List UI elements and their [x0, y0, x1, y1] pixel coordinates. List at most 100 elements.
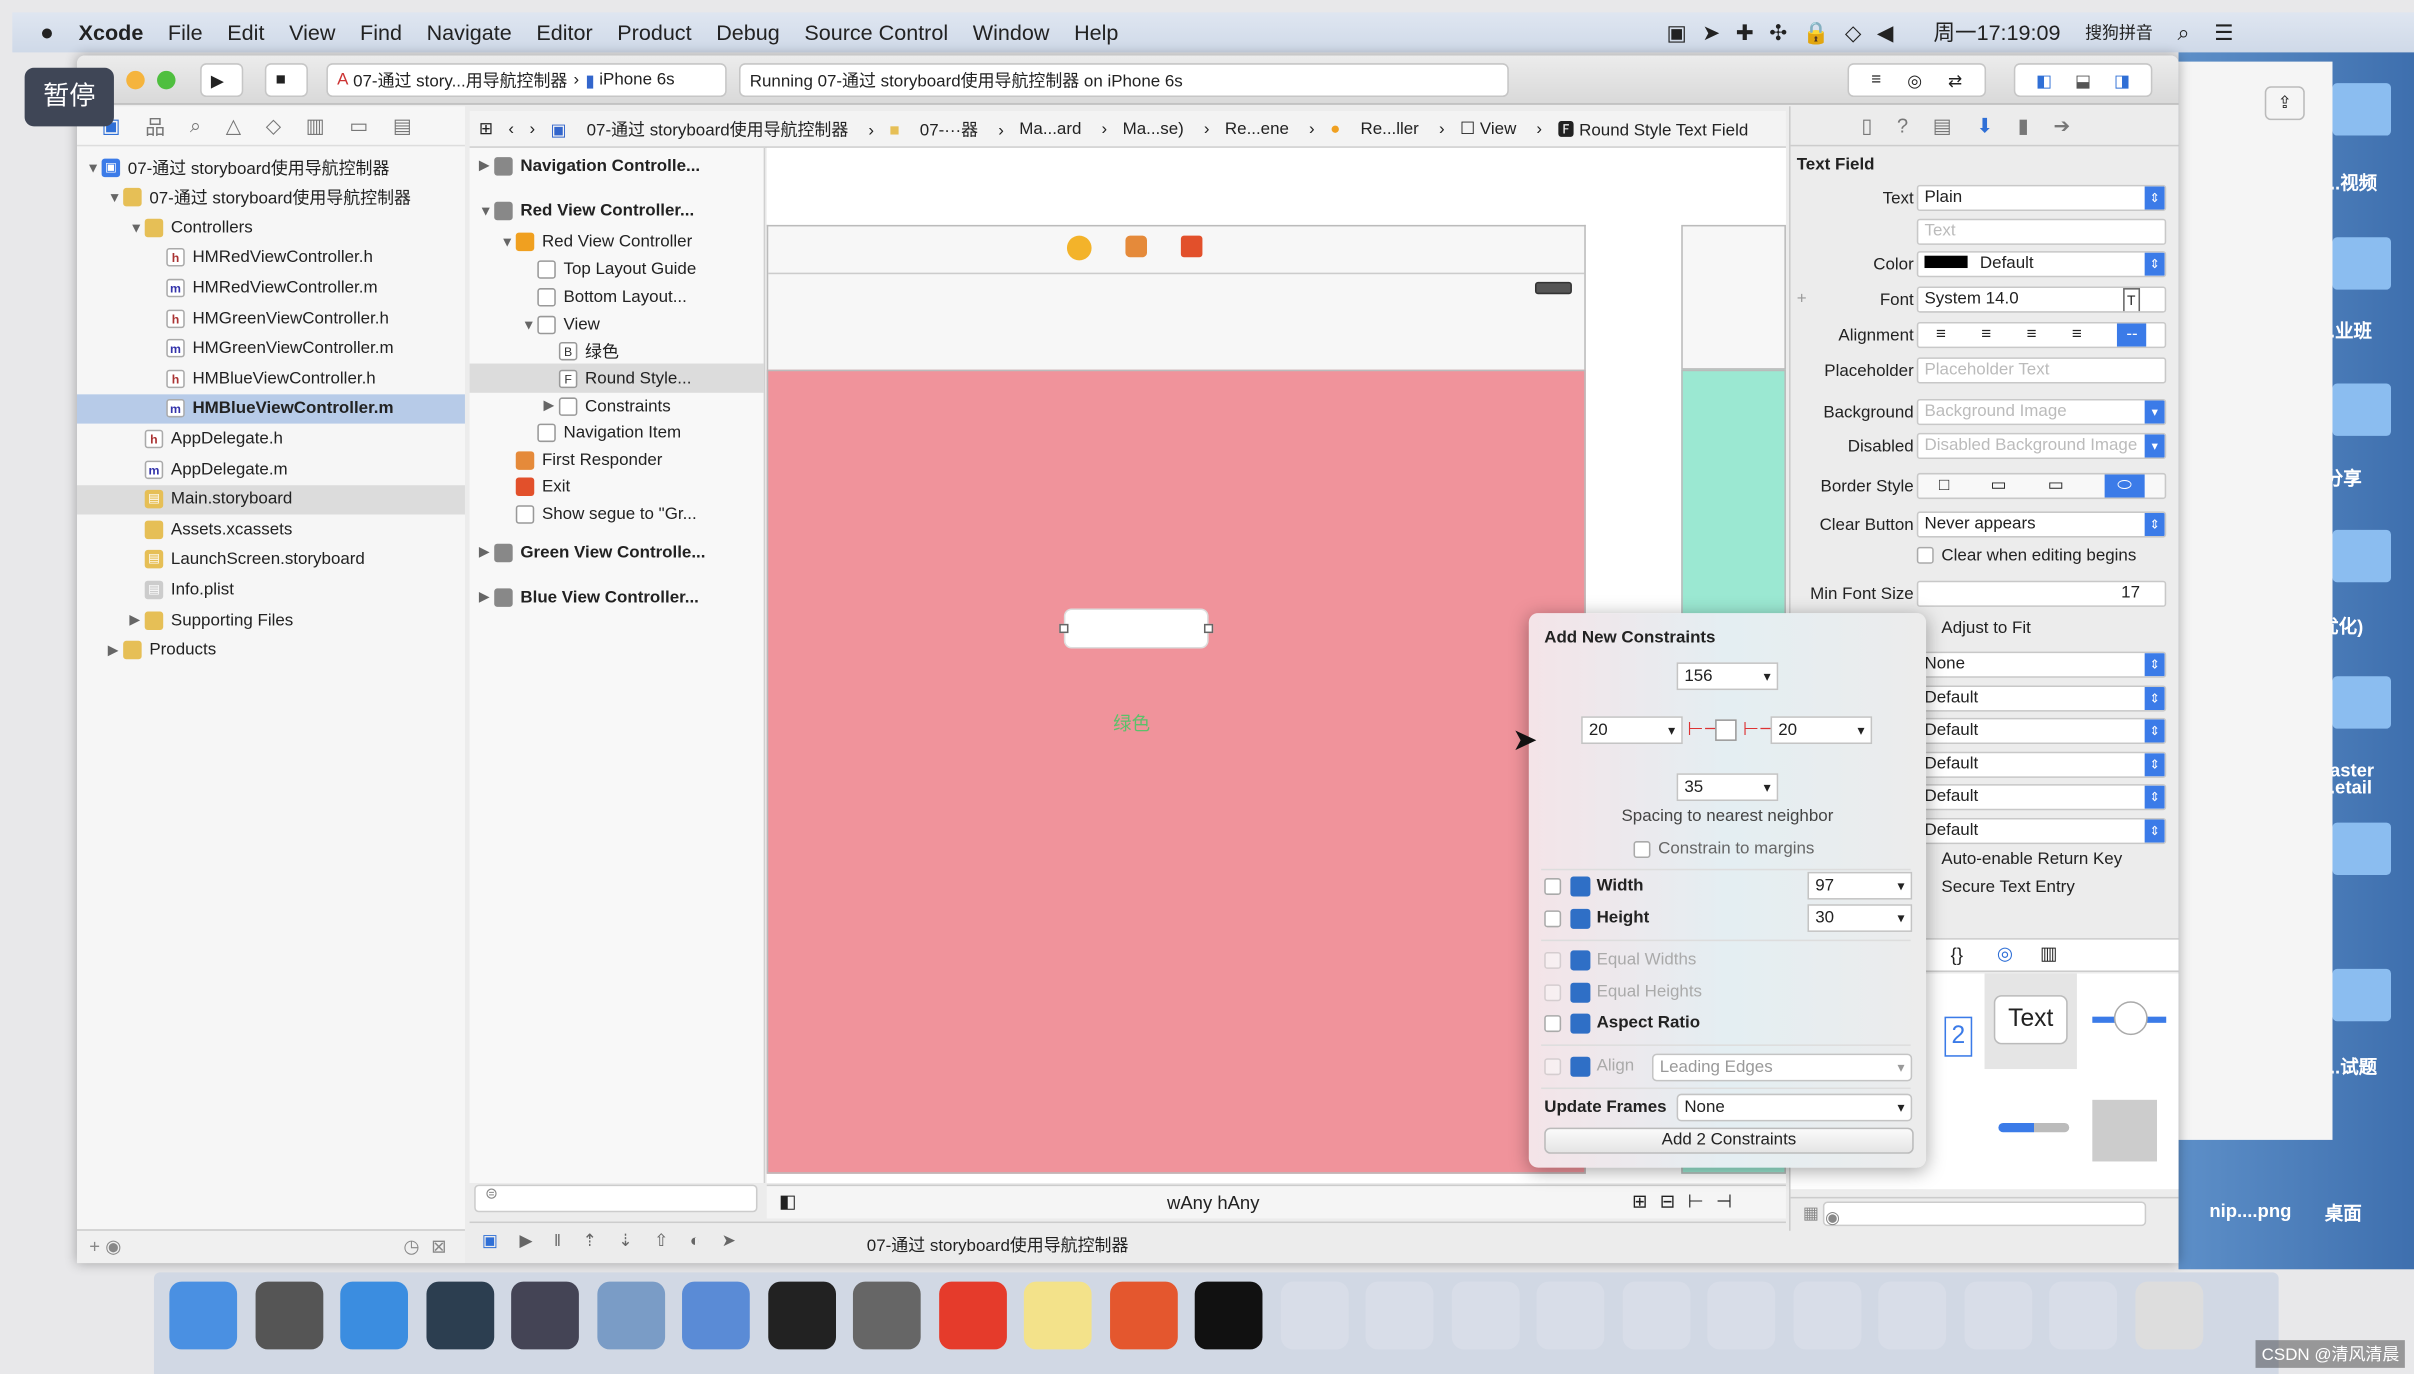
disclosure-triangle-icon[interactable]: ▶ — [479, 157, 494, 174]
inspector-select[interactable]: Default ⇕ — [1916, 784, 2167, 811]
filter-icon[interactable]: ◉ — [105, 1235, 121, 1257]
menu-editor[interactable]: Editor — [536, 20, 592, 45]
overlay-badge[interactable]: 暂停 — [24, 67, 114, 127]
dock-terminal-icon[interactable] — [767, 1281, 836, 1350]
aspect-ratio-checkbox[interactable] — [1544, 1015, 1562, 1033]
width-input[interactable]: 97 — [1807, 871, 1913, 900]
menu-app[interactable]: Xcode — [79, 20, 144, 45]
dock-imovie-icon[interactable] — [511, 1281, 579, 1350]
debug-toggle-icon[interactable]: ⬓ — [2075, 70, 2091, 90]
outline-item[interactable]: Top Layout Guide — [470, 254, 764, 283]
menu-product[interactable]: Product — [617, 20, 691, 45]
breadcrumb-item[interactable]: ■ 07-···器 › — [889, 116, 1003, 141]
desktop-icon[interactable] — [2332, 237, 2391, 290]
stop-button[interactable]: ■ — [264, 63, 308, 98]
height-input[interactable]: 30 — [1807, 904, 1913, 932]
file-tree-item[interactable]: h HMRedViewController.h — [77, 243, 465, 272]
dock-safari-icon[interactable] — [340, 1281, 408, 1350]
object-library-icon[interactable]: ◎ — [1997, 943, 2013, 965]
file-tree-item[interactable]: m HMBlueViewController.m — [76, 394, 465, 424]
disclosure-triangle-icon[interactable]: ▶ — [543, 397, 558, 414]
disclosure-triangle-icon[interactable]: ▼ — [129, 220, 144, 235]
dock-window-thumb-icon[interactable] — [1963, 1281, 2032, 1350]
inspector-select[interactable]: Default ⇕ — [1916, 684, 2167, 711]
green-label[interactable]: 绿色 — [1113, 710, 1150, 736]
menu-source-control[interactable]: Source Control — [804, 20, 948, 45]
disclosure-triangle-icon[interactable]: ▼ — [522, 317, 537, 332]
outline-item[interactable]: ▼ View — [470, 310, 764, 339]
breadcrumb-item[interactable]: Re...ene › — [1225, 119, 1315, 137]
test-nav-icon[interactable]: ◇ — [266, 113, 281, 138]
outline-item[interactable]: Navigation Item — [470, 417, 764, 446]
clear-editing-checkbox[interactable] — [1916, 546, 1934, 564]
file-tree-item[interactable]: h HMGreenViewController.h — [77, 303, 465, 332]
clock[interactable]: 周一17:19:09 — [1933, 17, 2060, 48]
view-controller-icon[interactable] — [1066, 235, 1092, 261]
inspector-select[interactable]: Default ⇕ — [1916, 817, 2167, 844]
scheme-selector[interactable]: A 07-通过 story...用导航控制器 › ▮ iPhone 6s — [326, 63, 727, 98]
file-tree-item[interactable]: ▼ 07-通过 storyboard使用导航控制器 — [77, 183, 465, 212]
library-slider[interactable] — [2092, 1001, 2167, 1036]
attributes-inspector-icon[interactable]: ⬇ — [1976, 113, 1993, 138]
file-tree-item[interactable]: ▶ Products — [77, 636, 465, 665]
font-field[interactable]: System 14.0 T — [1916, 286, 2167, 313]
file-tree-item[interactable]: m AppDelegate.m — [77, 454, 465, 483]
size-inspector-icon[interactable]: ▮ — [2018, 113, 2029, 138]
disclosure-triangle-icon[interactable]: ▼ — [86, 159, 101, 174]
disclosure-triangle-icon[interactable]: ▼ — [479, 203, 494, 218]
search-icon[interactable]: ⌕ — [2177, 19, 2189, 45]
inspector-select[interactable]: None ⇕ — [1916, 651, 2167, 678]
share-icon[interactable]: ⇪ — [2264, 86, 2305, 121]
run-button[interactable]: ▶ — [200, 63, 244, 98]
find-nav-icon[interactable]: ⌕ — [190, 113, 201, 138]
outline-item[interactable]: First Responder — [470, 445, 764, 474]
text-input[interactable]: Text — [1916, 218, 2167, 245]
outline-item[interactable]: Exit — [470, 471, 764, 500]
menu-file[interactable]: File — [168, 20, 203, 45]
list-icon[interactable]: ☰ — [2214, 19, 2233, 45]
add-constraints-button[interactable]: Add 2 Constraints — [1544, 1127, 1914, 1154]
file-tree-item[interactable]: ▶ Supporting Files — [77, 605, 465, 634]
dock-window-thumb-icon[interactable] — [1621, 1281, 1690, 1350]
menu-debug[interactable]: Debug — [716, 20, 780, 45]
library-progress[interactable] — [1998, 1122, 2070, 1133]
top-spacing-input[interactable]: 156 — [1676, 662, 1779, 691]
view-controls[interactable]: ◧ ⬓ ◨ — [2013, 63, 2153, 98]
align-select[interactable]: Leading Edges — [1651, 1053, 1913, 1082]
menu-edit[interactable]: Edit — [227, 20, 264, 45]
outline-item[interactable]: ▶ Blue View Controller... — [470, 582, 764, 611]
zoom-button[interactable] — [157, 70, 176, 90]
disclosure-triangle-icon[interactable]: ▶ — [479, 544, 494, 561]
file-tree-item[interactable]: h AppDelegate.h — [77, 424, 465, 453]
min-font-size-input[interactable]: 17 — [1916, 580, 2167, 607]
text-type-select[interactable]: Plain ⇕ — [1916, 184, 2167, 212]
width-checkbox[interactable] — [1544, 878, 1562, 895]
grid-icon[interactable]: ▦ — [1803, 1205, 1819, 1223]
outline-toggle-icon[interactable]: ◧ — [779, 1191, 796, 1213]
color-select[interactable]: Default ⇕ — [1916, 251, 2167, 278]
add-icon[interactable]: + — [89, 1235, 100, 1257]
breadcrumb-item[interactable]: Ma...ard › — [1019, 119, 1107, 137]
border-style-control[interactable]: □ ▭ ▭ ⬭ — [1916, 472, 2167, 500]
outline-item[interactable]: ▼ Red View Controller — [470, 226, 764, 255]
dock-window-thumb-icon[interactable] — [1792, 1281, 1861, 1350]
dock-window-thumb-icon[interactable] — [1280, 1281, 1348, 1350]
editor-mode-controls[interactable]: ≡ ◎ ⇄ — [1847, 63, 1987, 98]
dock-powerpoint-icon[interactable] — [1109, 1281, 1178, 1350]
alignment-control[interactable]: ≡ ≡ ≡ ≡ -- — [1916, 321, 2167, 349]
navigator-toggle-icon[interactable]: ◧ — [2036, 70, 2052, 90]
menu-find[interactable]: Find — [360, 20, 402, 45]
first-responder-icon[interactable] — [1125, 235, 1148, 258]
background-image-select[interactable]: Background Image ▾ — [1916, 398, 2167, 426]
version-editor-icon[interactable]: ⇄ — [1948, 70, 1962, 90]
dock-notes-icon[interactable] — [1023, 1281, 1092, 1350]
assistant-editor-icon[interactable]: ◎ — [1907, 70, 1922, 90]
desktop-icon[interactable] — [2332, 529, 2391, 583]
scm-filter-icon[interactable]: ⊠ — [431, 1231, 446, 1262]
auto-return-label[interactable]: Auto-enable Return Key — [1941, 850, 2122, 868]
autolayout-controls[interactable]: ⊞⊟⊢⊣ — [1632, 1191, 1744, 1213]
desktop-icon[interactable] — [2332, 676, 2391, 729]
file-tree-item[interactable]: m HMGreenViewController.m — [77, 334, 465, 363]
file-tree-item[interactable]: ▤ Info.plist — [77, 575, 465, 604]
dock-console-icon[interactable] — [1194, 1281, 1263, 1350]
